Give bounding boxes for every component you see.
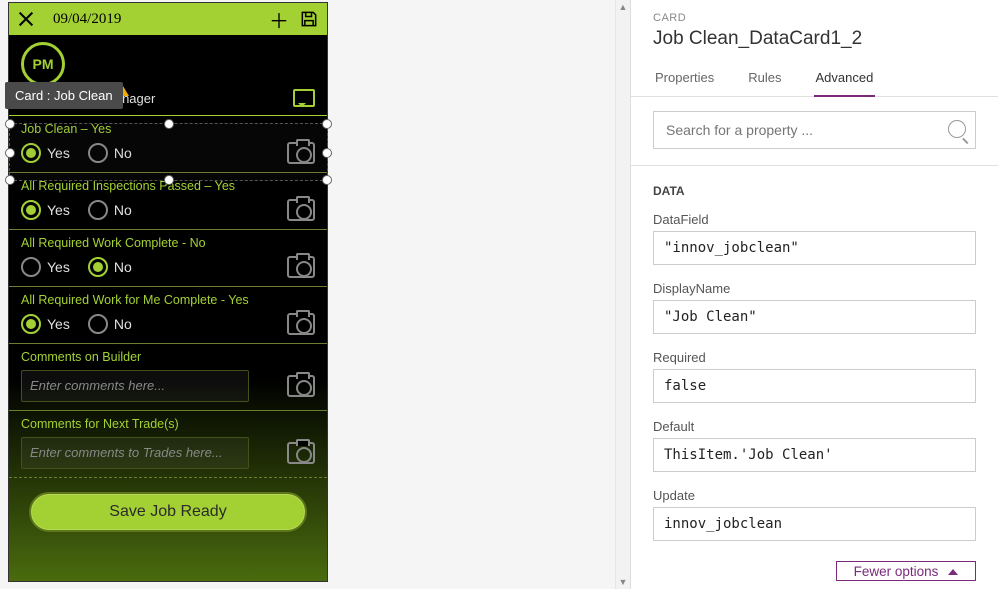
- app-header: 09/04/2019 ＋: [9, 3, 327, 35]
- prop-label: Default: [653, 419, 976, 434]
- camera-icon[interactable]: [287, 256, 315, 278]
- comments-builder-input[interactable]: Enter comments here...: [21, 370, 249, 402]
- prop-label: Required: [653, 350, 976, 365]
- resize-handle[interactable]: [5, 119, 15, 129]
- prop-label: DataField: [653, 212, 976, 227]
- camera-icon[interactable]: [287, 375, 315, 397]
- prop-default: Default: [631, 413, 998, 482]
- search-input[interactable]: [653, 111, 976, 149]
- search-icon: [948, 120, 966, 138]
- prop-update: Update: [631, 482, 998, 551]
- chat-icon[interactable]: [293, 89, 315, 107]
- camera-icon[interactable]: [287, 199, 315, 221]
- selection-overlay[interactable]: [9, 123, 328, 181]
- prop-label: DisplayName: [653, 281, 976, 296]
- preview-scrollbar[interactable]: ▲ ▼: [615, 0, 630, 589]
- prop-required: Required: [631, 344, 998, 413]
- field-work-complete: All Required Work Complete - No Yes No: [9, 230, 327, 287]
- radio-yes[interactable]: Yes: [21, 200, 70, 220]
- field-label: Comments on Builder: [21, 350, 315, 364]
- camera-icon[interactable]: [287, 442, 315, 464]
- section-data: DATA: [631, 165, 998, 206]
- camera-icon[interactable]: [287, 313, 315, 335]
- radio-no[interactable]: No: [88, 200, 132, 220]
- radio-no[interactable]: No: [88, 314, 132, 334]
- resize-handle[interactable]: [164, 119, 174, 129]
- comments-trades-input[interactable]: Enter comments to Trades here...: [21, 437, 249, 469]
- field-label: Comments for Next Trade(s): [21, 417, 315, 431]
- radio-yes[interactable]: Yes: [21, 257, 70, 277]
- resize-handle[interactable]: [322, 119, 332, 129]
- resize-handle[interactable]: [322, 148, 332, 158]
- prop-label: Update: [653, 488, 976, 503]
- chevron-up-icon: [948, 564, 958, 575]
- pm-badge: PM: [21, 42, 65, 86]
- fewer-options-button[interactable]: Fewer options: [836, 561, 976, 581]
- prop-displayname-input[interactable]: [653, 300, 976, 334]
- tabs: Properties Rules Advanced: [631, 62, 998, 97]
- field-comments-builder: Comments on Builder Enter comments here.…: [9, 344, 327, 411]
- resize-handle[interactable]: [5, 175, 15, 185]
- selection-tooltip: Card : Job Clean: [5, 82, 123, 109]
- tab-properties[interactable]: Properties: [653, 62, 716, 96]
- field-work-for-me: All Required Work for Me Complete - Yes …: [9, 287, 327, 344]
- add-icon[interactable]: ＋: [269, 9, 289, 29]
- resize-handle[interactable]: [164, 175, 174, 185]
- header-date: 09/04/2019: [53, 11, 259, 28]
- radio-yes[interactable]: Yes: [21, 314, 70, 334]
- tab-advanced[interactable]: Advanced: [814, 62, 876, 97]
- prop-displayname: DisplayName: [631, 275, 998, 344]
- prop-datafield-input[interactable]: [653, 231, 976, 265]
- pane-title: Job Clean_DataCard1_2: [653, 28, 976, 50]
- prop-required-input[interactable]: [653, 369, 976, 403]
- resize-handle[interactable]: [322, 175, 332, 185]
- field-label: All Required Work Complete - No: [21, 236, 315, 250]
- save-job-ready-button[interactable]: Save Job Ready: [29, 492, 307, 532]
- scroll-down-icon[interactable]: ▼: [616, 575, 630, 589]
- prop-default-input[interactable]: [653, 438, 976, 472]
- pane-caption: CARD: [653, 12, 976, 24]
- tab-rules[interactable]: Rules: [746, 62, 783, 96]
- close-icon[interactable]: [17, 10, 35, 28]
- scroll-up-icon[interactable]: ▲: [616, 0, 630, 14]
- save-icon[interactable]: [299, 9, 319, 29]
- prop-update-input[interactable]: [653, 507, 976, 541]
- field-comments-trades: Comments for Next Trade(s) Enter comment…: [9, 411, 327, 478]
- preview-area: 09/04/2019 ＋ PM ★ ★ ★ ★ HR Manager Job C…: [0, 0, 630, 589]
- pm-row: PM: [9, 35, 327, 85]
- fewer-options-label: Fewer options: [854, 564, 939, 579]
- radio-no[interactable]: No: [88, 257, 132, 277]
- prop-datafield: DataField: [631, 206, 998, 275]
- properties-pane: CARD Job Clean_DataCard1_2 Properties Ru…: [630, 0, 998, 589]
- field-label: All Required Work for Me Complete - Yes: [21, 293, 315, 307]
- resize-handle[interactable]: [5, 148, 15, 158]
